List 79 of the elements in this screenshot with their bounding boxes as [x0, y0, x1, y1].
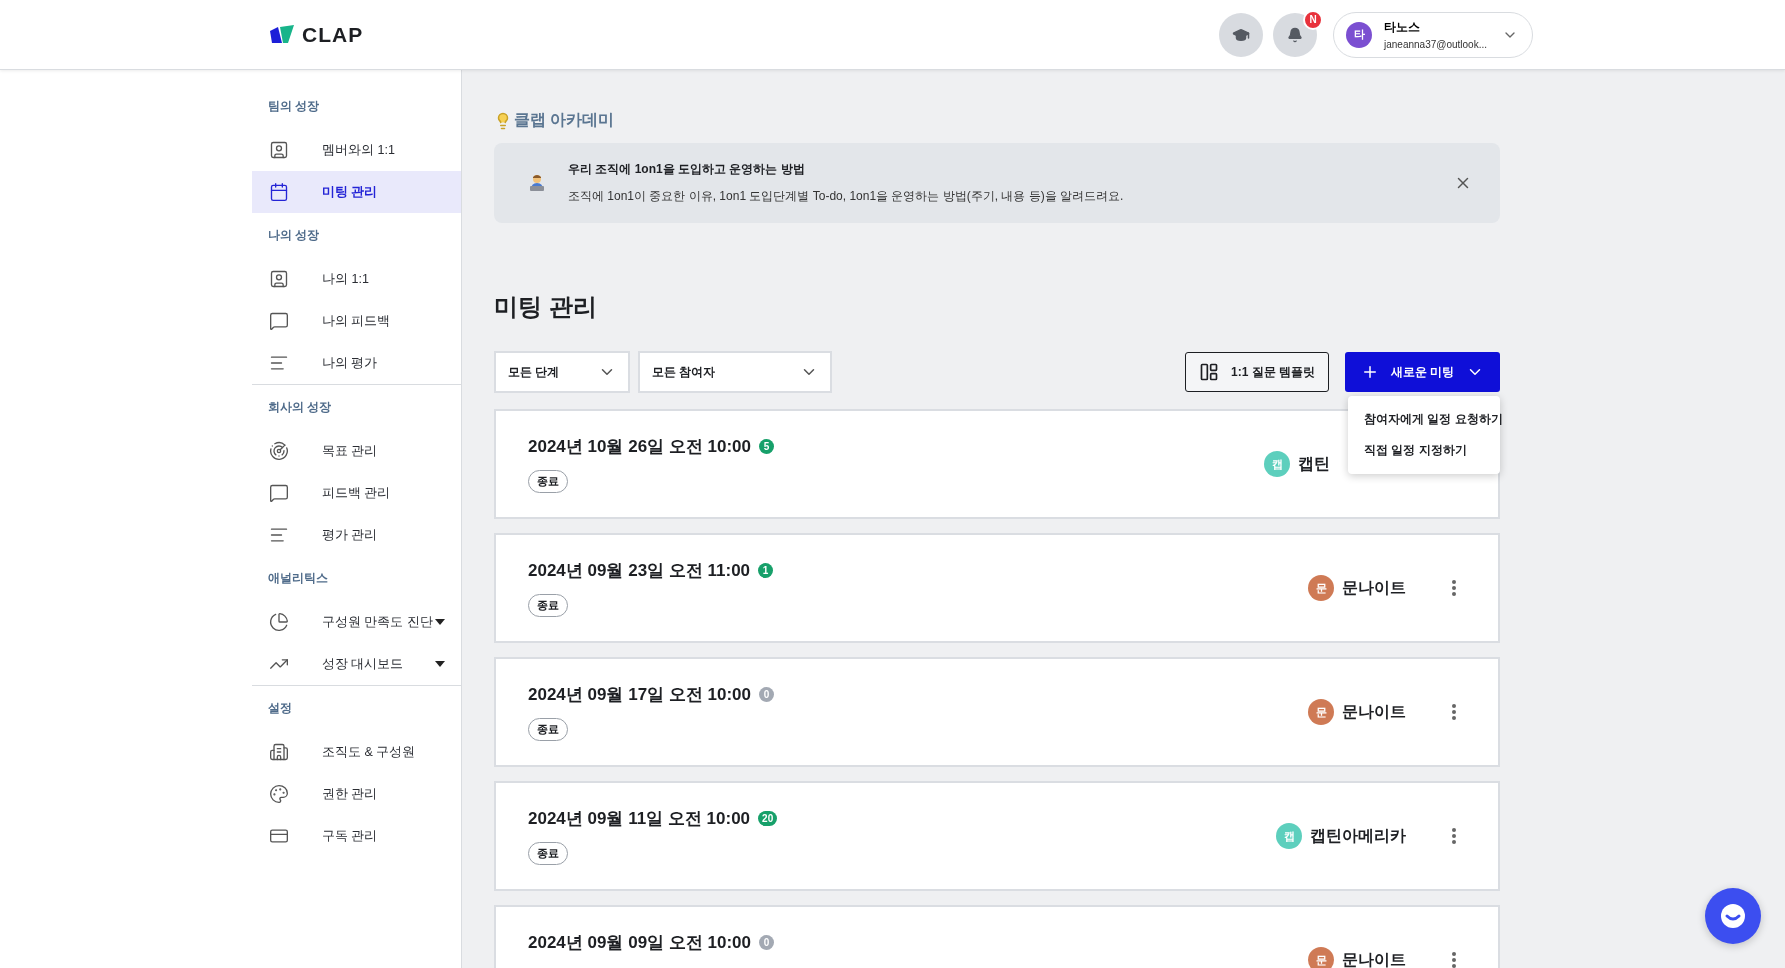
page-title: 미팅 관리 [494, 292, 598, 322]
sidebar-section-title: 회사의 성장 [267, 399, 333, 416]
logo-icon [268, 24, 296, 45]
sidebar-item[interactable]: 평가 관리 [252, 514, 461, 556]
sidebar-item[interactable]: 나의 피드백 [252, 300, 461, 342]
count-badge: 5 [759, 439, 774, 454]
building-icon [268, 741, 290, 763]
academy-title: 클랩 아카데미 [514, 110, 615, 130]
participant-avatar: 문 [1308, 947, 1334, 968]
banner-description: 조직에 1on1이 중요한 이유, 1on1 도입단계별 To-do, 1on1을 운영하는 방법(주기, 내용 등)을 알려드려요. [568, 188, 1125, 205]
sidebar-section-title: 애널리틱스 [267, 570, 329, 587]
participant-avatar: 캡 [1276, 823, 1302, 849]
more-vertical-icon [1452, 580, 1456, 596]
sidebar-section-title: 설정 [267, 700, 293, 717]
academy-button[interactable] [1219, 12, 1263, 57]
more-vertical-icon [1452, 704, 1456, 720]
participant-avatar: 문 [1308, 699, 1334, 725]
meeting-date: 2024년 09월 23일 오전 11:00 [528, 560, 751, 582]
palette-icon [268, 783, 290, 805]
chat-bubble-icon [268, 310, 290, 332]
sidebar-item[interactable]: 구독 관리 [252, 815, 461, 857]
sidebar-item[interactable]: 피드백 관리 [252, 472, 461, 514]
user-email: janeanna37@outlook... [1384, 39, 1488, 50]
menu-item[interactable]: 직접 일정 지정하기 [1348, 435, 1500, 466]
participant-name: 문나이트 [1342, 701, 1406, 722]
meeting-card[interactable]: 2024년 09월 11일 오전 10:00 20 종료 캡 캡틴아메리카 [494, 781, 1500, 891]
sidebar-section-title: 나의 성장 [267, 227, 321, 244]
filter-select[interactable]: 모든 참여자 [638, 351, 832, 393]
banner-title: 우리 조직에 1on1을 도입하고 운영하는 방법 [568, 161, 806, 178]
sidebar-item[interactable]: 조직도 & 구성원 [252, 731, 461, 773]
chat-bubble-icon [268, 482, 290, 504]
meeting-card[interactable]: 2024년 09월 09일 오전 10:00 0 문 문나이트 [494, 905, 1500, 968]
more-vertical-icon [1452, 952, 1456, 968]
meeting-date: 2024년 09월 09일 오전 10:00 [528, 932, 751, 954]
count-badge: 0 [759, 687, 774, 702]
template-button[interactable]: 1:1 질문 템플릿 [1185, 352, 1329, 392]
calendar-icon [268, 181, 290, 203]
meeting-card[interactable]: 2024년 09월 17일 오전 10:00 0 종료 문 문나이트 [494, 657, 1500, 767]
participant-name: 캡틴아메리카 [1310, 825, 1406, 846]
meeting-date: 2024년 10월 26일 오전 10:00 [528, 436, 751, 458]
participant-avatar: 문 [1308, 575, 1334, 601]
filter-select[interactable]: 모든 단계 [494, 351, 630, 393]
user-menu[interactable]: 타 타노스 janeanna37@outlook... [1333, 11, 1533, 58]
caret-down-icon [435, 661, 445, 667]
person-laptop-icon [528, 174, 546, 192]
bell-icon [1287, 26, 1303, 43]
count-badge: 0 [759, 935, 774, 950]
sidebar-item[interactable]: 나의 평가 [252, 342, 461, 384]
participant-name: 문나이트 [1342, 577, 1406, 598]
sidebar-item[interactable]: 성장 대시보드 [252, 643, 461, 685]
sidebar-item[interactable]: 권한 관리 [252, 773, 461, 815]
participant-name: 캡틴 [1298, 453, 1330, 474]
chat-icon [1718, 901, 1748, 931]
meeting-date: 2024년 09월 11일 오전 10:00 [528, 808, 751, 830]
chat-button[interactable] [1705, 888, 1761, 944]
sidebar-section-title: 팀의 성장 [267, 98, 321, 115]
pie-chart-icon [268, 611, 290, 633]
new-meeting-button[interactable]: 새로운 미팅 [1345, 352, 1500, 392]
radar-icon [268, 440, 290, 462]
logo-text: CLAP [302, 22, 364, 47]
participant-name: 문나이트 [1342, 949, 1406, 968]
contact-card-icon [268, 268, 290, 290]
sidebar-item[interactable]: 멤버와의 1:1 [252, 129, 461, 171]
contact-card-icon [268, 139, 290, 161]
layout-icon [1199, 362, 1219, 382]
caret-down-icon [435, 619, 445, 625]
sidebar-item[interactable]: 나의 1:1 [252, 258, 461, 300]
meeting-date: 2024년 09월 17일 오전 10:00 [528, 684, 751, 706]
participant-avatar: 캡 [1264, 451, 1290, 477]
more-vertical-icon [1452, 828, 1456, 844]
notification-badge: N [1303, 9, 1323, 30]
sidebar-item[interactable]: 목표 관리 [252, 430, 461, 472]
user-avatar: 타 [1346, 21, 1372, 48]
count-badge: 1 [758, 563, 774, 578]
meeting-card[interactable]: 2024년 09월 23일 오전 11:00 1 종료 문 문나이트 [494, 533, 1500, 643]
sidebar-item[interactable]: 미팅 관리 [252, 171, 461, 213]
user-name: 타노스 [1384, 19, 1421, 36]
sidebar-item[interactable]: 구성원 만족도 진단 [252, 601, 461, 643]
count-badge: 20 [758, 811, 778, 826]
